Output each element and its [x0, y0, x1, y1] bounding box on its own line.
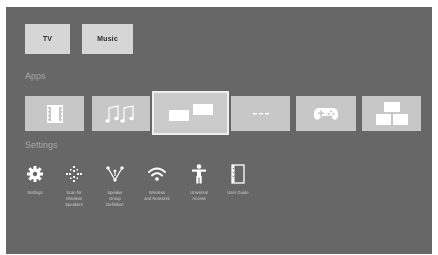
tv-home-screen: TV Music Apps Settings Settings Scan for… [6, 7, 432, 254]
tiles-icon [375, 101, 409, 127]
dots-icon [252, 111, 270, 117]
apps-section-title: Apps [25, 71, 46, 81]
app-tile-video[interactable] [25, 96, 84, 131]
speaker-group-definition-item[interactable]: Speaker Group Definition [98, 163, 132, 208]
scan-wireless-speakers-item[interactable]: Scan for Wireless Speakers [57, 163, 91, 208]
wifi-icon [145, 163, 169, 185]
settings-label: Settings [27, 190, 43, 195]
scan-wireless-speakers-label: Scan for Wireless Speakers [65, 190, 83, 207]
user-guide-label: User Guide [227, 190, 249, 195]
gear-icon [23, 163, 47, 185]
music-tile[interactable]: Music [82, 24, 133, 54]
app-tile-screen-mirroring[interactable] [152, 91, 229, 135]
speaker-group-definition-label: Speaker Group Definition [106, 190, 124, 207]
music-label: Music [97, 35, 118, 43]
gamepad-icon [313, 106, 339, 122]
speaker-group-icon [103, 163, 127, 185]
music-notes-icon [103, 103, 139, 125]
app-tile-all-apps[interactable] [362, 96, 421, 131]
film-icon [45, 104, 65, 124]
tv-label: TV [42, 35, 53, 43]
settings-section-title: Settings [25, 140, 58, 150]
app-tile-music[interactable] [92, 96, 150, 131]
wireless-networks-item[interactable]: Wireless and Networks [138, 163, 176, 202]
screens-icon [166, 103, 216, 123]
universal-access-item[interactable]: Universal Access [182, 163, 216, 202]
tv-tile[interactable]: TV [25, 24, 70, 54]
app-tile-more[interactable] [231, 96, 290, 131]
scan-dots-icon [62, 163, 86, 185]
book-icon [226, 163, 250, 185]
settings-item[interactable]: Settings [18, 163, 52, 196]
accessibility-icon [187, 163, 211, 185]
user-guide-item[interactable]: User Guide [221, 163, 255, 196]
app-tile-games[interactable] [296, 96, 356, 131]
universal-access-label: Universal Access [190, 190, 208, 201]
wireless-networks-label: Wireless and Networks [144, 190, 170, 201]
